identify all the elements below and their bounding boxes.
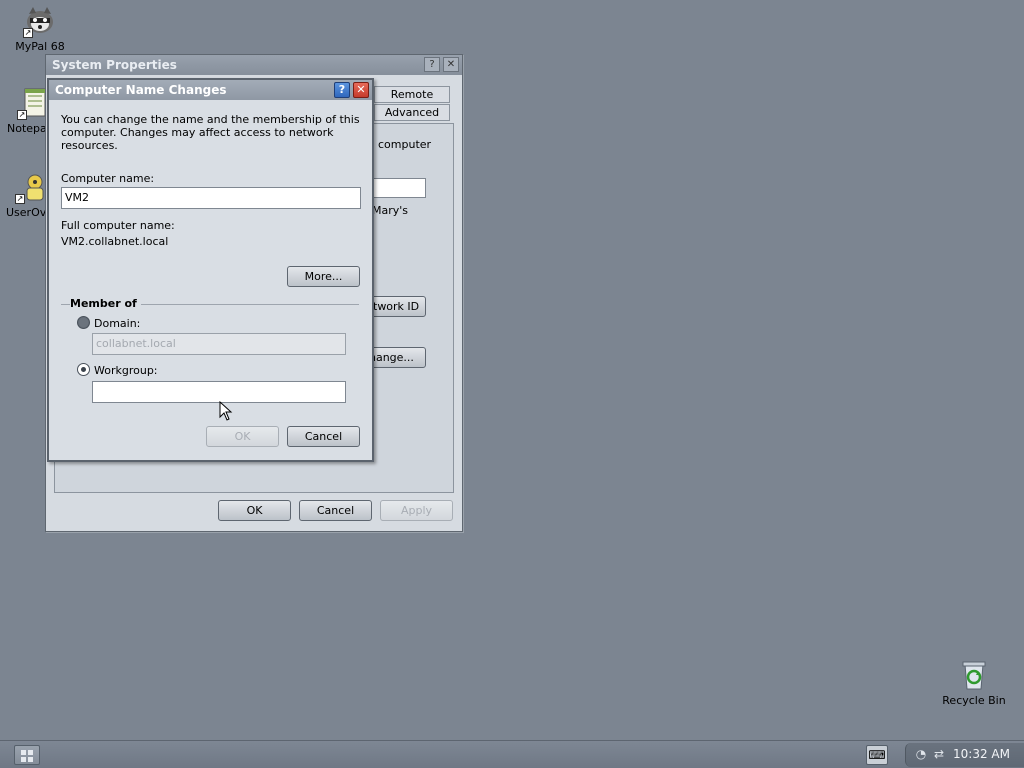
raccoon-icon: ↗ [23,4,57,38]
shortcut-arrow-icon: ↗ [23,28,33,38]
system-tray: ◔ ⇄ 10:32 AM [905,743,1024,767]
cancel-button[interactable]: Cancel [287,426,360,447]
domain-input[interactable]: collabnet.local [92,333,346,355]
workgroup-radio[interactable] [77,363,90,376]
system-properties-titlebar[interactable]: System Properties [46,55,462,75]
help-icon[interactable]: ? [334,82,350,98]
computer-name-input[interactable]: VM2 [61,187,361,209]
start-grid-icon [21,750,26,755]
workgroup-label: Workgroup: [94,364,158,377]
taskbar: ⌨ ◔ ⇄ 10:32 AM [0,740,1024,768]
network-icon[interactable]: ⇄ [932,747,946,761]
member-of-group-title: Member of [70,297,141,310]
panel-text-marys: Mary's [372,204,409,217]
window-title: System Properties [52,58,177,72]
volume-icon[interactable]: ◔ [914,747,928,761]
ok-button[interactable]: OK [206,426,279,447]
desktop-icon-label: MyPal 68 [15,40,65,53]
cancel-button[interactable]: Cancel [299,500,372,521]
tab-remote[interactable]: Remote [374,86,450,103]
apply-button[interactable]: Apply [380,500,453,521]
close-icon[interactable]: ✕ [443,57,459,72]
tab-advanced[interactable]: Advanced [374,104,450,121]
full-computer-name-label: Full computer name: [61,219,175,232]
dialog-title: Computer Name Changes [55,83,227,97]
more-button[interactable]: More... [287,266,360,287]
user-overview-icon: ↗ [15,170,49,204]
desktop-icon-label: Recycle Bin [942,694,1006,707]
computer-name-changes-dialog[interactable]: Computer Name Changes ? ✕ You can change… [47,78,374,462]
desktop-icon-recycle-bin[interactable]: Recycle Bin [934,658,1014,707]
dialog-titlebar[interactable]: Computer Name Changes [49,80,372,100]
close-icon[interactable]: ✕ [353,82,369,98]
computer-description-input[interactable] [373,178,426,198]
help-icon[interactable]: ? [424,57,440,72]
domain-label: Domain: [94,317,141,330]
keyboard-icon[interactable]: ⌨ [866,745,888,765]
mouse-cursor-icon [219,400,233,421]
full-computer-name-value: VM2.collabnet.local [61,235,169,248]
recycle-bin-icon [957,658,991,692]
clock[interactable]: 10:32 AM [953,747,1010,761]
domain-radio[interactable] [77,316,90,329]
start-menu-button[interactable] [14,745,40,765]
ok-button[interactable]: OK [218,500,291,521]
workgroup-input[interactable] [92,381,346,403]
shortcut-arrow-icon: ↗ [17,110,27,120]
desktop-icon-mypal[interactable]: ↗ MyPal 68 [0,4,80,53]
computer-name-label: Computer name: [61,172,155,185]
panel-text-computer: computer [378,138,432,151]
dialog-intro-text: You can change the name and the membersh… [61,113,360,152]
shortcut-arrow-icon: ↗ [15,194,25,204]
